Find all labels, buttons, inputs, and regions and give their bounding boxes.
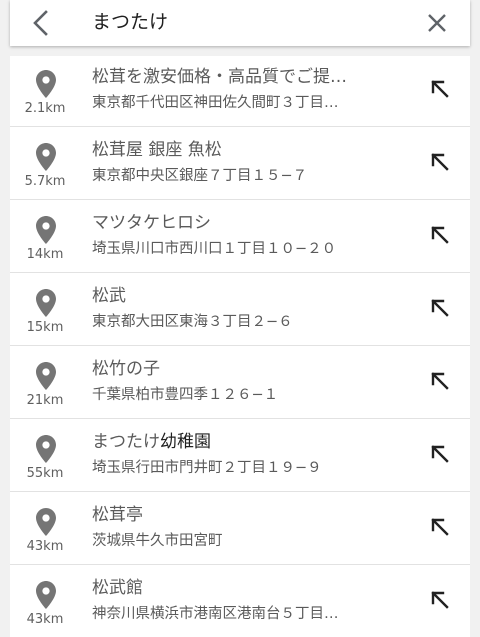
location-pin-icon — [36, 216, 56, 244]
result-title: まつたけ幼稚園 — [92, 430, 392, 454]
location-pin-icon — [36, 435, 56, 463]
result-address: 埼玉県川口市西川口１丁目１０−２０ — [92, 241, 337, 257]
location-pin-icon — [36, 289, 56, 317]
result-distance: 15km — [26, 320, 64, 335]
chevron-left-icon — [33, 10, 48, 36]
result-distance: 5.7km — [24, 174, 66, 189]
results-list: 2.1km 松茸を激安価格・高品質でご提… 東京都千代田区神田佐久間町３丁目… 5.7… — [10, 56, 470, 637]
fill-query-button[interactable] — [430, 444, 450, 464]
location-pin-icon — [36, 362, 56, 390]
location-pin-icon — [36, 143, 56, 171]
fill-query-button[interactable] — [430, 225, 450, 245]
clear-button[interactable] — [420, 6, 454, 40]
result-title: 松茸亭 — [92, 503, 392, 527]
back-button[interactable] — [24, 6, 58, 40]
arrow-up-left-icon — [430, 80, 450, 103]
arrow-up-left-icon — [430, 445, 450, 468]
arrow-up-left-icon — [430, 226, 450, 249]
arrow-up-left-icon — [430, 518, 450, 541]
fill-query-button[interactable] — [430, 298, 450, 318]
result-distance: 55km — [26, 466, 64, 481]
result-distance: 2.1km — [24, 101, 66, 116]
result-address: 東京都大田区東海３丁目２−６ — [92, 314, 293, 330]
fill-query-button[interactable] — [430, 517, 450, 537]
result-distance: 14km — [26, 247, 64, 262]
result-item[interactable]: 55km まつたけ幼稚園埼玉県行田市門井町２丁目１９−９ — [10, 419, 470, 492]
search-input[interactable]: まつたけ — [92, 9, 168, 35]
result-title: 松茸を激安価格・高品質でご提… — [92, 65, 392, 89]
fill-query-button[interactable] — [430, 371, 450, 391]
result-title-match: 松竹の子 — [92, 359, 160, 379]
result-item[interactable]: 14km マツタケヒロシ埼玉県川口市西川口１丁目１０−２０ — [10, 200, 470, 273]
result-title-match: 松武 — [92, 286, 126, 306]
arrow-up-left-icon — [430, 591, 450, 614]
fill-query-button[interactable] — [430, 79, 450, 99]
result-item[interactable]: 43km 松武館神奈川県横浜市港南区港南台５丁目… — [10, 565, 470, 637]
location-pin-icon — [36, 508, 56, 536]
result-title: 松武館 — [92, 576, 392, 600]
location-pin-icon — [36, 70, 56, 98]
result-title: 松茸屋 銀座 魚松 — [92, 138, 392, 162]
arrow-up-left-icon — [430, 299, 450, 322]
arrow-up-left-icon — [430, 372, 450, 395]
arrow-up-left-icon — [430, 153, 450, 176]
result-title: マツタケヒロシ — [92, 211, 392, 235]
search-bar: まつたけ — [10, 0, 470, 46]
result-item[interactable]: 15km 松武東京都大田区東海３丁目２−６ — [10, 273, 470, 346]
result-title-match: 松茸屋 銀座 魚松 — [92, 140, 222, 160]
result-distance: 21km — [26, 393, 64, 408]
result-title: 松竹の子 — [92, 357, 392, 381]
result-address: 東京都千代田区神田佐久間町３丁目… — [92, 95, 339, 111]
result-address: 茨城県牛久市田宮町 — [92, 533, 223, 549]
result-title-match: 松茸を激安価格・高品質でご提… — [92, 67, 347, 87]
location-pin-icon — [36, 581, 56, 609]
result-distance: 43km — [26, 539, 64, 554]
result-title-match: 松茸亭 — [92, 505, 143, 525]
fill-query-button[interactable] — [430, 590, 450, 610]
result-title-rest: 幼稚園 — [160, 432, 211, 452]
result-item[interactable]: 5.7km 松茸屋 銀座 魚松東京都中央区銀座７丁目１５−７ — [10, 127, 470, 200]
result-title-match: 松武館 — [92, 578, 143, 598]
result-item[interactable]: 43km 松茸亭茨城県牛久市田宮町 — [10, 492, 470, 565]
fill-query-button[interactable] — [430, 152, 450, 172]
result-address: 千葉県柏市豊四季１２６−１ — [92, 387, 279, 403]
result-title: 松武 — [92, 284, 392, 308]
result-address: 埼玉県行田市門井町２丁目１９−９ — [92, 460, 322, 476]
result-address: 神奈川県横浜市港南区港南台５丁目… — [92, 606, 339, 622]
result-distance: 43km — [26, 612, 64, 627]
result-item[interactable]: 2.1km 松茸を激安価格・高品質でご提… 東京都千代田区神田佐久間町３丁目… — [10, 56, 470, 127]
close-icon — [428, 14, 446, 32]
result-title-match: まつたけ — [92, 432, 160, 452]
result-title-match: マツタケヒロシ — [92, 213, 211, 233]
result-item[interactable]: 21km 松竹の子千葉県柏市豊四季１２６−１ — [10, 346, 470, 419]
result-address: 東京都中央区銀座７丁目１５−７ — [92, 168, 308, 184]
